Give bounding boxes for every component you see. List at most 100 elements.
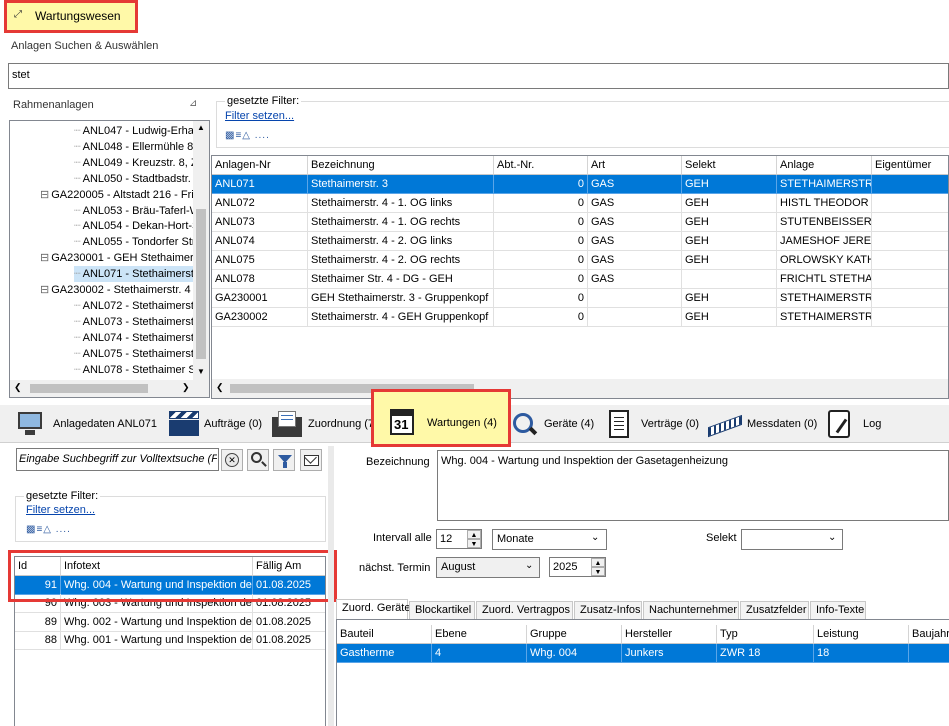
scroll-up-arrow-icon[interactable]: ▲	[197, 123, 205, 132]
wartung-filter-group: gesetzte Filter: Filter setzen... ▩≡△ ..…	[15, 490, 326, 542]
tree-vscroll[interactable]: ▲ ▼	[193, 121, 209, 380]
column-header[interactable]: Eigentümer	[872, 156, 948, 175]
tab-vertraege[interactable]: Verträge (0)	[601, 405, 702, 443]
subtab-6[interactable]: Info-Texte	[810, 601, 866, 619]
bezeichnung-field[interactable]: Whg. 004 - Wartung und Inspektion der Ga…	[437, 450, 949, 521]
tree-item[interactable]: ┈ ANL047 - Ludwig-Erhard	[74, 123, 193, 139]
filter-tools-icon[interactable]: ▩≡△ ....	[26, 524, 71, 535]
table-cell: Stethaimerstr. 4 - GEH Gruppenkopf	[308, 308, 494, 327]
subtab-1[interactable]: Blockartikel	[409, 601, 475, 619]
tree-item[interactable]: ⊟ GA230001 - GEH Stethaimer	[40, 250, 193, 266]
subtab-3[interactable]: Zusatz-Infos	[574, 601, 642, 619]
filter-set-link[interactable]: Filter setzen...	[225, 110, 294, 122]
left-panel-scrollbar[interactable]	[328, 446, 334, 726]
tab-wartungen[interactable]: 31 Wartungen (4)	[371, 389, 511, 447]
scroll-left-arrow-icon[interactable]: ❮	[14, 382, 22, 393]
tab-geraete[interactable]: Geräte (4)	[508, 405, 598, 443]
stepper-up-icon[interactable]: ▲	[591, 558, 605, 567]
tab-anlagedaten[interactable]: Anlagedaten ANL071	[8, 405, 160, 443]
intervall-stepper[interactable]: 12 ▲ ▼	[436, 529, 482, 549]
tree-item[interactable]: ┈ ANL050 - Stadtbadstr. 1!	[74, 171, 193, 187]
subtab-0[interactable]: Zuord. Geräte	[336, 599, 410, 620]
scroll-left-arrow-icon[interactable]: ❮	[216, 382, 224, 393]
column-header[interactable]: Hersteller	[622, 625, 717, 644]
tree-view[interactable]: ┈ ANL047 - Ludwig-Erhard ┈ ANL048 - Ellermü…	[9, 120, 210, 398]
tree-item[interactable]: ┈ANL074 - Stethaimerstr. .	[74, 330, 193, 346]
table-cell: 0	[494, 175, 588, 194]
subtab-5[interactable]: Zusatzfelder	[740, 601, 809, 619]
volltext-search-input[interactable]: Eingabe Suchbegriff zur Volltextsuche (F…	[16, 448, 219, 471]
tree-item[interactable]: ┈ ANL078 - Stethaimer Str.	[74, 362, 193, 378]
tree-item[interactable]: ┈ ANL055 - Tondorfer Str.	[74, 234, 193, 250]
tree-item[interactable]: ┈ANL075 - Stethaimerstr. .	[74, 346, 193, 362]
table-cell: GA230001	[212, 289, 308, 308]
subtab-4[interactable]: Nachunternehmer	[643, 601, 739, 619]
tab-messdaten[interactable]: Messdaten (0)	[704, 405, 818, 443]
tree-item-label: ANL078 - Stethaimer Str.	[82, 363, 193, 376]
tree-item[interactable]: ⊟ GA230002 - Stethaimerstr. 4	[40, 282, 193, 298]
column-header[interactable]: Bauteil	[337, 625, 432, 644]
intervall-unit-select[interactable]: Monate ⌄	[492, 529, 607, 550]
tree-item[interactable]: ┈ANL049 - Kreuzstr. 8, Zw	[74, 155, 193, 171]
table-cell: GAS	[588, 270, 682, 289]
tree-item[interactable]: ⊟ GA220005 - Altstadt 216 - Fri	[40, 187, 193, 203]
tab-auftraege[interactable]: Aufträge (0)	[163, 405, 266, 443]
expand-minus-icon[interactable]: ⊟	[40, 189, 49, 201]
column-header[interactable]: Anlagen-Nr	[212, 156, 308, 175]
column-header[interactable]: Typ	[717, 625, 814, 644]
table-cell: STUTENBEISSER	[777, 213, 872, 232]
tab-zuordnung[interactable]: Zuordnung (7)	[268, 405, 378, 443]
module-title[interactable]: ⤢ Wartungswesen	[4, 0, 138, 33]
column-header[interactable]: Ebene	[432, 625, 527, 644]
scroll-right-arrow-icon[interactable]: ❯	[182, 382, 190, 393]
pin-icon[interactable]: ⊿	[189, 98, 197, 109]
expand-minus-icon[interactable]: ⊟	[40, 252, 49, 264]
table-cell: 0	[494, 270, 588, 289]
filter-button[interactable]	[273, 449, 295, 471]
column-header[interactable]: Selekt	[682, 156, 777, 175]
table-cell: 0	[494, 232, 588, 251]
filter-tools-icon[interactable]: ▩≡△ ....	[225, 130, 270, 141]
tree-item[interactable]: ┈ANL073 - Stethaimerstr. .	[74, 314, 193, 330]
anlagen-hscroll[interactable]: ❮	[212, 379, 948, 398]
tree-hscroll-thumb[interactable]	[30, 384, 148, 393]
column-header[interactable]: Leistung	[814, 625, 909, 644]
tree-item[interactable]: ┈ANL053 - Bräu-Taferl-We	[74, 203, 193, 219]
tab-log[interactable]: Log	[820, 405, 890, 443]
tree-item[interactable]: ┈ANL048 - Ellermühle 8, G	[74, 139, 193, 155]
tree-connector: ┈	[74, 331, 81, 344]
search-button[interactable]	[247, 449, 269, 471]
stepper-down-icon[interactable]: ▼	[591, 567, 605, 576]
tree-vscroll-thumb[interactable]	[196, 209, 206, 359]
tree-hscroll[interactable]: ❮ ❯	[10, 380, 209, 397]
selekt-select[interactable]: ⌄	[741, 529, 843, 550]
mail-button[interactable]	[300, 449, 322, 471]
stepper-up-icon[interactable]: ▲	[467, 530, 481, 539]
table-cell	[872, 251, 948, 270]
expand-minus-icon[interactable]: ⊟	[40, 284, 49, 296]
termin-month-select[interactable]: August ⌄	[436, 557, 540, 578]
tree-item[interactable]: ┈ ANL054 - Dekan-Hort-St	[74, 218, 193, 234]
search-input[interactable]: stet	[8, 63, 949, 89]
column-header[interactable]: Abt.-Nr.	[494, 156, 588, 175]
table-cell: GEH Stethaimerstr. 3 - Gruppenkopf	[308, 289, 494, 308]
tree-item[interactable]: ┈ANL071 - Stethaimerstr. :	[74, 266, 193, 283]
scroll-down-arrow-icon[interactable]: ▼	[197, 367, 205, 376]
table-cell: 0	[494, 251, 588, 270]
column-header[interactable]: Anlage	[777, 156, 872, 175]
column-header[interactable]: Gruppe	[527, 625, 622, 644]
filter-set-link[interactable]: Filter setzen...	[26, 504, 95, 516]
table-cell: Whg. 001 - Wartung und Inspektion de	[61, 631, 253, 650]
notepad-icon	[828, 410, 850, 438]
column-header[interactable]: Bezeichnung	[308, 156, 494, 175]
column-header[interactable]: Art	[588, 156, 682, 175]
subtab-2[interactable]: Zuord. Vertragpos	[476, 601, 573, 619]
termin-year-stepper[interactable]: 2025 ▲ ▼	[549, 557, 606, 577]
column-header[interactable]: Baujahr	[909, 625, 949, 644]
tree-item[interactable]: ┈ANL072 - Stethaimerstr. .	[74, 298, 193, 314]
table-cell: 88	[15, 631, 61, 650]
termin-label: nächst. Termin	[359, 562, 431, 574]
stepper-down-icon[interactable]: ▼	[467, 539, 481, 548]
clear-search-button[interactable]: ✕	[221, 449, 243, 471]
table-cell: Stethaimerstr. 4 - 2. OG rechts	[308, 251, 494, 270]
